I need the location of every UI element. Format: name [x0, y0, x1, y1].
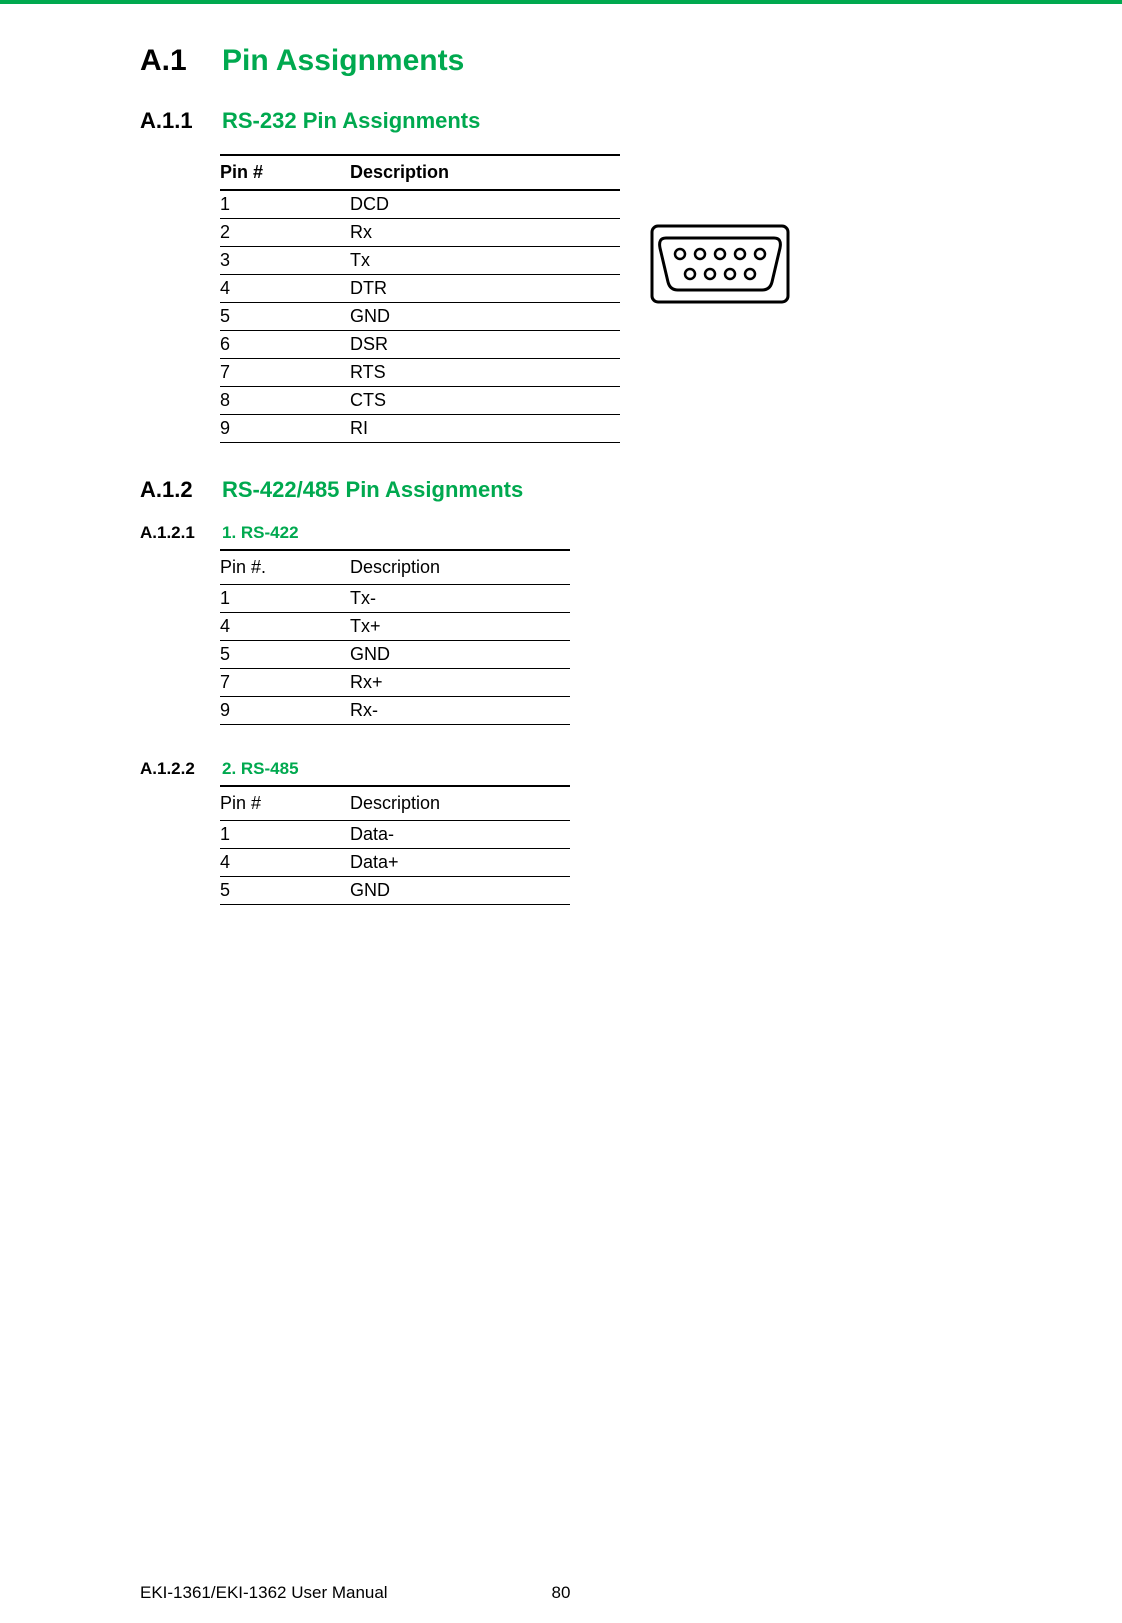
table-cell: 1	[220, 585, 350, 613]
section-heading-a121: A.1.2.1 1. RS-422	[140, 523, 982, 543]
table-row: 5GND	[220, 877, 570, 905]
table-cell: 1	[220, 821, 350, 849]
db9-connector-icon	[650, 224, 790, 309]
table-row: 1Tx-	[220, 585, 570, 613]
table-cell: 2	[220, 219, 350, 247]
table-cell: DSR	[350, 331, 620, 359]
table-cell: 7	[220, 669, 350, 697]
table-cell: 4	[220, 613, 350, 641]
rs232-pin-table: Pin # Description 1DCD2Rx3Tx4DTR5GND6DSR…	[220, 154, 620, 443]
section-title: RS-232 Pin Assignments	[222, 108, 480, 134]
table-cell: Rx+	[350, 669, 570, 697]
table-cell: Rx	[350, 219, 620, 247]
page-number: 80	[552, 1583, 571, 1603]
section-number: A.1.2.2	[140, 759, 212, 779]
table-cell: 9	[220, 697, 350, 725]
table-cell: Tx-	[350, 585, 570, 613]
table-cell: 5	[220, 877, 350, 905]
table-row: 1Data-	[220, 821, 570, 849]
table-row: 8CTS	[220, 387, 620, 415]
section-number: A.1	[140, 44, 202, 78]
section-number: A.1.2.1	[140, 523, 212, 543]
table-row: 4Data+	[220, 849, 570, 877]
table-row: 9Rx-	[220, 697, 570, 725]
table-cell: RTS	[350, 359, 620, 387]
rs485-pin-table: Pin # Description 1Data-4Data+5GND	[220, 785, 570, 905]
table-row: 4Tx+	[220, 613, 570, 641]
table-header: Description	[350, 155, 620, 190]
table-row: 3Tx	[220, 247, 620, 275]
table-cell: 5	[220, 641, 350, 669]
table-row: 5GND	[220, 641, 570, 669]
section-title: Pin Assignments	[222, 44, 464, 78]
table-row: 7Rx+	[220, 669, 570, 697]
table-header: Pin #.	[220, 550, 350, 585]
section-heading-a1: A.1 Pin Assignments	[140, 44, 982, 78]
section-heading-a122: A.1.2.2 2. RS-485	[140, 759, 982, 779]
section-title: 2. RS-485	[222, 759, 299, 779]
section-heading-a11: A.1.1 RS-232 Pin Assignments	[140, 108, 982, 134]
table-row: 9RI	[220, 415, 620, 443]
table-cell: RI	[350, 415, 620, 443]
table-cell: CTS	[350, 387, 620, 415]
table-header: Pin #	[220, 155, 350, 190]
section-heading-a12: A.1.2 RS-422/485 Pin Assignments	[140, 477, 982, 503]
table-cell: 8	[220, 387, 350, 415]
table-header: Description	[350, 786, 570, 821]
table-row: 7RTS	[220, 359, 620, 387]
table-cell: Tx	[350, 247, 620, 275]
table-cell: 7	[220, 359, 350, 387]
table-cell: 1	[220, 190, 350, 219]
table-cell: 3	[220, 247, 350, 275]
table-cell: 4	[220, 275, 350, 303]
table-cell: Data+	[350, 849, 570, 877]
table-row: 5GND	[220, 303, 620, 331]
table-body: 1Tx-4Tx+5GND7Rx+9Rx-	[220, 585, 570, 725]
table-cell: Rx-	[350, 697, 570, 725]
table-cell: Tx+	[350, 613, 570, 641]
table-header: Pin #	[220, 786, 350, 821]
table-cell: 9	[220, 415, 350, 443]
table-body: 1DCD2Rx3Tx4DTR5GND6DSR7RTS8CTS9RI	[220, 190, 620, 443]
table-cell: 5	[220, 303, 350, 331]
section-number: A.1.1	[140, 108, 208, 134]
manual-name: EKI-1361/EKI-1362 User Manual	[140, 1583, 388, 1603]
table-row: 1DCD	[220, 190, 620, 219]
table-cell: GND	[350, 303, 620, 331]
table-header: Description	[350, 550, 570, 585]
table-row: 2Rx	[220, 219, 620, 247]
table-body: 1Data-4Data+5GND	[220, 821, 570, 905]
section-title: 1. RS-422	[222, 523, 299, 543]
table-row: 6DSR	[220, 331, 620, 359]
table-cell: GND	[350, 641, 570, 669]
table-cell: Data-	[350, 821, 570, 849]
table-cell: DCD	[350, 190, 620, 219]
page-footer: EKI-1361/EKI-1362 User Manual 80	[140, 1583, 982, 1603]
section-title: RS-422/485 Pin Assignments	[222, 477, 523, 503]
table-cell: 6	[220, 331, 350, 359]
rs422-pin-table: Pin #. Description 1Tx-4Tx+5GND7Rx+9Rx-	[220, 549, 570, 725]
table-cell: 4	[220, 849, 350, 877]
table-cell: GND	[350, 877, 570, 905]
section-number: A.1.2	[140, 477, 208, 503]
table-cell: DTR	[350, 275, 620, 303]
table-row: 4DTR	[220, 275, 620, 303]
